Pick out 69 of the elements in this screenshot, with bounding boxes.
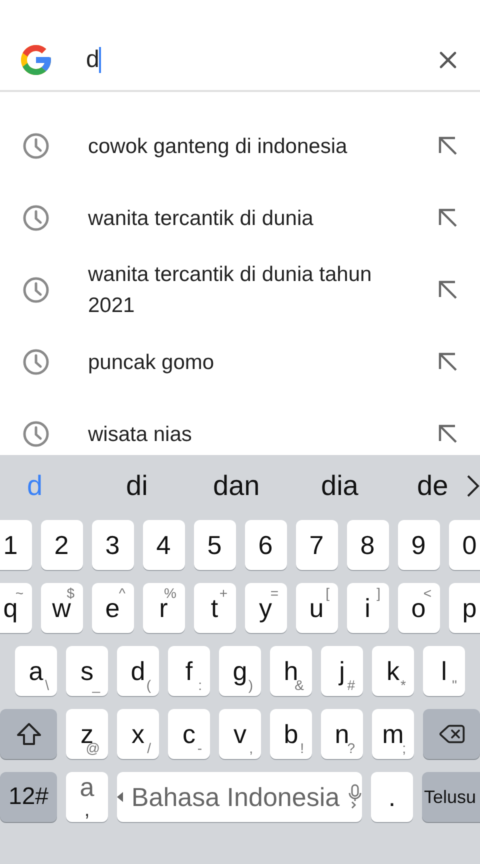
- keyboard-key[interactable]: 3: [92, 520, 134, 570]
- history-icon: [22, 132, 50, 160]
- mic-icon: [348, 784, 362, 810]
- suggestion-text[interactable]: wanita tercantik di dunia: [88, 202, 400, 234]
- history-icon: [22, 204, 50, 232]
- arrow-up-left-icon[interactable]: [438, 136, 458, 156]
- arrow-up-left-icon[interactable]: [438, 208, 458, 228]
- keyboard-key[interactable]: a\: [15, 646, 57, 696]
- keyboard-key[interactable]: s_: [66, 646, 108, 696]
- suggestion-text[interactable]: cowok ganteng di indonesia: [88, 130, 400, 162]
- chevron-right-icon[interactable]: [466, 474, 480, 498]
- keyboard-key[interactable]: 6: [244, 520, 286, 570]
- punctuation-key[interactable]: a ,: [66, 772, 108, 822]
- keyboard-key[interactable]: 4: [142, 520, 184, 570]
- backspace-key[interactable]: [423, 709, 480, 759]
- keyboard-key[interactable]: 1: [0, 520, 32, 570]
- triangle-left-icon: [117, 792, 124, 802]
- arrow-up-left-icon[interactable]: [438, 280, 458, 300]
- history-icon: [22, 276, 50, 304]
- keyboard-key[interactable]: o<: [398, 583, 440, 633]
- word-candidate[interactable]: di: [126, 465, 148, 507]
- keyboard-key[interactable]: h&: [270, 646, 312, 696]
- keyboard-key[interactable]: b!: [270, 709, 312, 759]
- shift-icon: [16, 722, 42, 746]
- text-cursor: [99, 47, 102, 73]
- keyboard-key[interactable]: m;: [372, 709, 414, 759]
- keyboard-key[interactable]: k*: [372, 646, 414, 696]
- word-candidate[interactable]: dan: [213, 465, 260, 507]
- suggestion-text[interactable]: wanita tercantik di dunia tahun 2021: [88, 259, 400, 321]
- keyboard-key[interactable]: f :: [168, 646, 210, 696]
- keyboard-key[interactable]: q~: [0, 583, 32, 633]
- search-field[interactable]: d: [86, 42, 434, 78]
- keyboard-key[interactable]: g): [219, 646, 261, 696]
- keyboard-key[interactable]: c-: [168, 709, 210, 759]
- period-key[interactable]: .: [371, 772, 413, 822]
- keyboard-key[interactable]: u[: [296, 583, 338, 633]
- keyboard-key[interactable]: j#: [321, 646, 363, 696]
- g-logo-icon: [18, 42, 54, 78]
- keyboard-key[interactable]: r%: [142, 583, 184, 633]
- keyboard-key[interactable]: l ": [423, 646, 465, 696]
- word-candidate[interactable]: de: [417, 465, 448, 507]
- keyboard-key[interactable]: d(: [117, 646, 159, 696]
- keyboard-key[interactable]: 7: [296, 520, 338, 570]
- keyboard-key[interactable]: n?: [321, 709, 363, 759]
- keyboard-key[interactable]: t+: [194, 583, 236, 633]
- keyboard-key[interactable]: z@: [66, 709, 108, 759]
- keyboard-key[interactable]: 0: [448, 520, 480, 570]
- space-key[interactable]: Bahasa Indonesia: [117, 772, 362, 822]
- keyboard-key[interactable]: 9: [398, 520, 440, 570]
- suggestion-text[interactable]: puncak gomo: [88, 346, 400, 378]
- symbols-key[interactable]: 12#: [0, 772, 57, 822]
- shift-key[interactable]: [0, 709, 57, 759]
- keyboard-key[interactable]: e^: [92, 583, 134, 633]
- keyboard-key[interactable]: i ]: [346, 583, 388, 633]
- keyboard-key[interactable]: 5: [194, 520, 236, 570]
- search-key[interactable]: Telusu: [422, 772, 480, 822]
- keyboard-key[interactable]: x/: [117, 709, 159, 759]
- keyboard-key[interactable]: v,: [219, 709, 261, 759]
- keyboard-key[interactable]: w$: [40, 583, 82, 633]
- keyboard-key[interactable]: y=: [244, 583, 286, 633]
- arrow-up-left-icon[interactable]: [438, 352, 458, 372]
- keyboard-key[interactable]: p: [448, 583, 480, 633]
- keyboard-key[interactable]: 8: [346, 520, 388, 570]
- history-icon: [22, 348, 50, 376]
- word-candidate[interactable]: dia: [321, 465, 358, 507]
- history-icon: [22, 420, 50, 448]
- arrow-up-left-icon[interactable]: [438, 424, 458, 444]
- suggestion-text[interactable]: wisata nias: [88, 418, 400, 450]
- keyboard-key[interactable]: 2: [40, 520, 82, 570]
